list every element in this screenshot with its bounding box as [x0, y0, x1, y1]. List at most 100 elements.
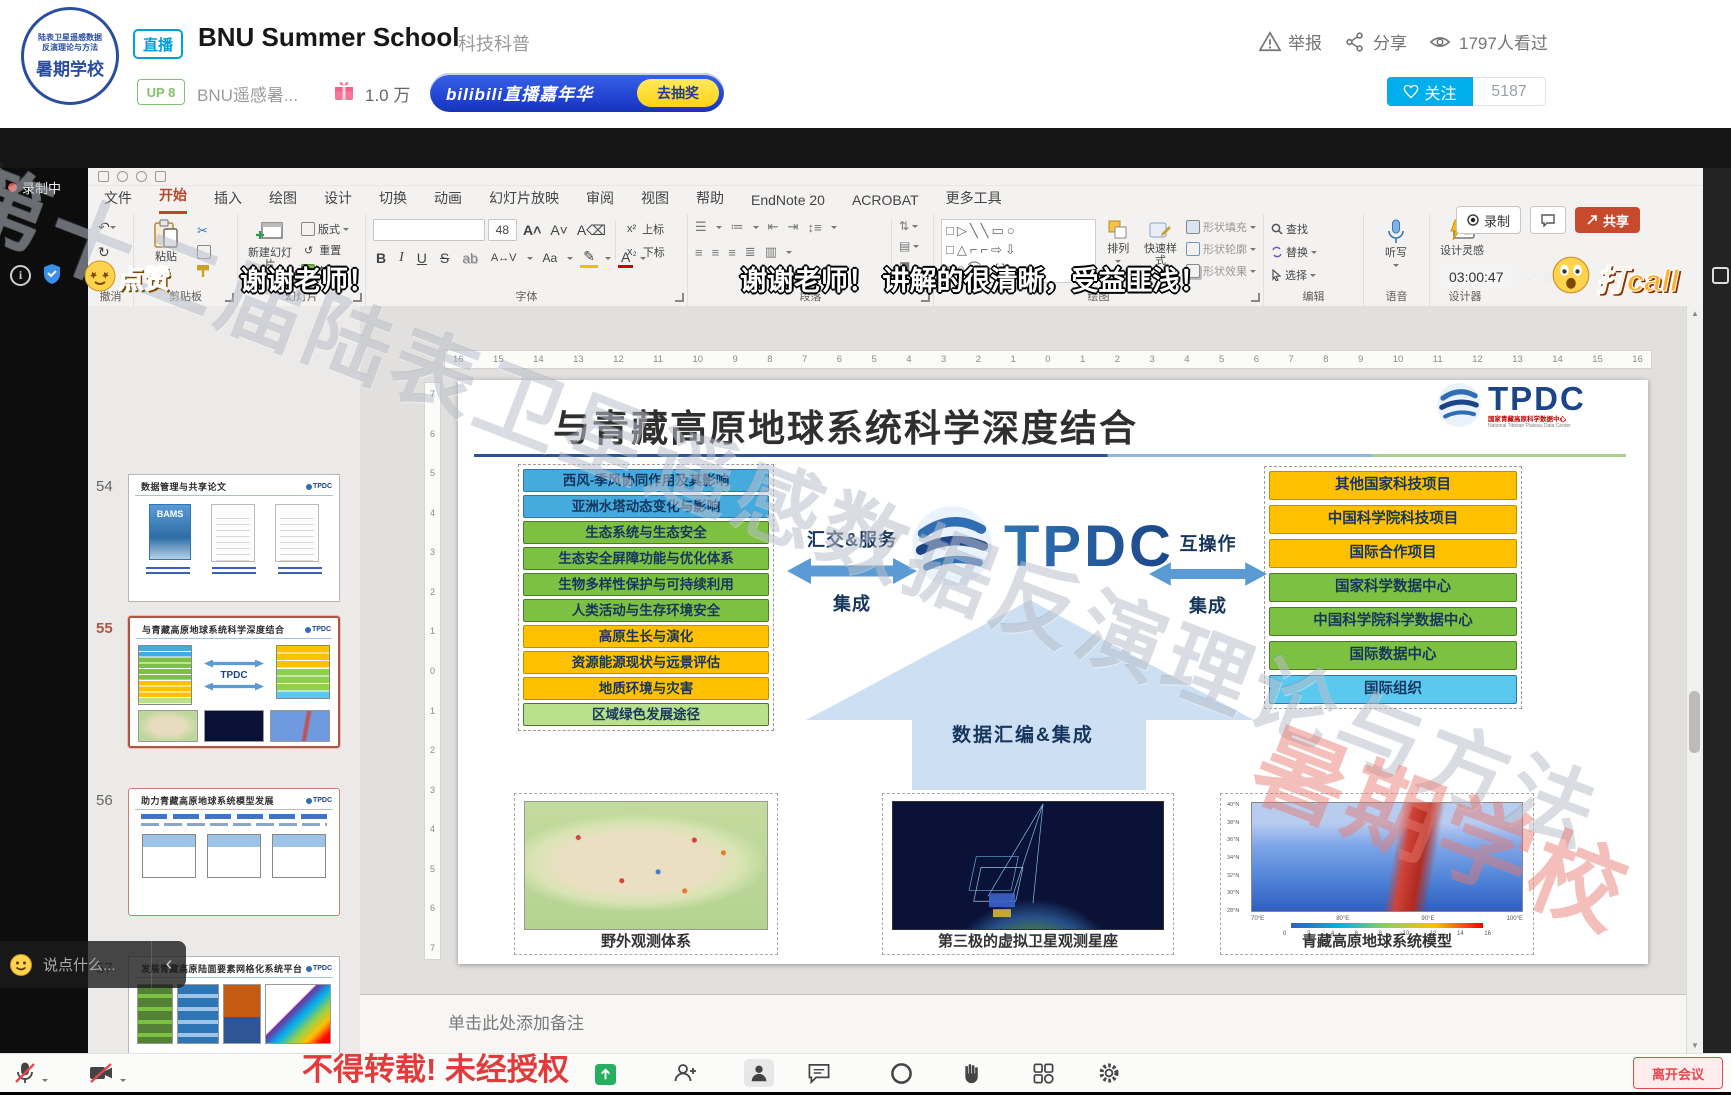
shield-icon[interactable]	[42, 263, 62, 285]
raise-hand-button[interactable]	[958, 1060, 984, 1086]
tab-view[interactable]: 视图	[641, 188, 669, 214]
increase-indent-icon[interactable]: ⇥	[788, 219, 799, 235]
text-shadow-icon[interactable]: ab	[459, 250, 481, 266]
camera-options-caret[interactable]	[120, 1079, 126, 1085]
redo-qat-icon[interactable]	[155, 171, 166, 182]
share-stream-button[interactable]: 分享	[1344, 29, 1407, 54]
lottery-button[interactable]: 去抽奖	[637, 79, 719, 107]
line-spacing-icon[interactable]: ↕≡	[807, 220, 821, 235]
bullets-icon[interactable]: ☰	[695, 219, 707, 235]
strikethrough-icon[interactable]: S	[437, 250, 452, 266]
apps-button[interactable]	[1030, 1060, 1056, 1086]
chat-panel-button[interactable]	[806, 1060, 832, 1086]
tab-animations[interactable]: 动画	[434, 188, 462, 214]
tpdc-logo[interactable]: TPDC 国家青藏高原科学数据中心 National Tibetan Plate…	[1436, 382, 1586, 429]
tab-more-tools[interactable]: 更多工具	[946, 188, 1002, 214]
tab-draw[interactable]: 绘图	[269, 188, 297, 214]
layout-button[interactable]: 版式	[301, 221, 349, 237]
earth-system-model-image[interactable]: 40°N38°N36°N34°N32°N30°N28°N 70°E80°E90°…	[1220, 793, 1534, 955]
tab-endnote[interactable]: EndNote 20	[751, 192, 825, 214]
format-painter-icon[interactable]	[197, 265, 209, 277]
screen-share-button[interactable]	[592, 1061, 618, 1087]
justify-icon[interactable]: ≣	[745, 244, 756, 260]
reset-button[interactable]: ↺重置	[301, 242, 349, 258]
big-up-arrow[interactable]	[806, 600, 1254, 790]
select-button[interactable]: 选择	[1271, 267, 1317, 283]
info-icon[interactable]: i	[10, 265, 31, 286]
clear-format-icon[interactable]: A⌫	[574, 222, 609, 239]
scroll-down-icon[interactable]: ▼	[1691, 1041, 1699, 1050]
character-spacing-icon[interactable]: A↔V	[488, 252, 520, 264]
grow-font-icon[interactable]: A˄	[520, 222, 544, 238]
chat-input-overlay[interactable]: 说点什么... ‹	[0, 941, 186, 988]
tab-home[interactable]: 开始	[159, 185, 187, 214]
thumbnail-preview-selected[interactable]: 与青藏高原地球系统科学深度结合TPDC TPDC	[128, 616, 340, 748]
thumbnail-item-55-current[interactable]: 55 与青藏高原地球系统科学深度结合TPDC TPDC	[88, 616, 360, 748]
stream-category[interactable]: 科技科普	[458, 30, 530, 56]
thumbnail-preview[interactable]: 数据管理与共享论文TPDC BAMS	[128, 474, 340, 602]
tab-slideshow[interactable]: 幻灯片放映	[489, 188, 559, 214]
tab-transitions[interactable]: 切换	[379, 188, 407, 214]
align-text-icon[interactable]: ▤	[899, 239, 919, 253]
replace-button[interactable]: 替换	[1271, 244, 1317, 260]
redo-icon[interactable]: ↻	[95, 244, 119, 261]
mic-options-caret[interactable]	[42, 1079, 48, 1085]
follow-button[interactable]: 关注	[1387, 77, 1473, 106]
uploader-name[interactable]: BNU遥感暑...	[197, 81, 298, 106]
align-left-icon[interactable]: ≡	[695, 245, 703, 260]
shape-outline-button[interactable]: 形状轮廓	[1186, 241, 1256, 257]
record-meeting-button[interactable]	[888, 1060, 914, 1086]
find-button[interactable]: 查找	[1271, 221, 1317, 237]
emoji-smiley-icon[interactable]	[9, 953, 33, 977]
event-banner[interactable]: bilibili直播嘉年华 去抽奖	[430, 73, 724, 112]
tab-review[interactable]: 审阅	[586, 188, 614, 214]
scrollbar-thumb[interactable]	[1689, 691, 1700, 753]
font-name-combobox[interactable]	[373, 219, 485, 241]
like-sticker[interactable]: 点赞	[118, 259, 170, 296]
autosave-icon[interactable]	[98, 171, 109, 182]
shape-fill-button[interactable]: 形状填充	[1186, 219, 1256, 235]
highlight-icon[interactable]: ✎	[580, 248, 598, 268]
undo-qat-icon[interactable]	[136, 171, 147, 182]
field-observation-image[interactable]: 野外观测体系	[514, 793, 778, 955]
tab-file[interactable]: 文件	[104, 188, 132, 214]
save-icon[interactable]	[117, 171, 128, 182]
subscript-button[interactable]: x₂下标	[624, 244, 665, 260]
text-direction-icon[interactable]: ⇅	[899, 219, 919, 233]
chat-input[interactable]: 说点什么...	[43, 954, 151, 975]
align-center-icon[interactable]: ≡	[712, 245, 720, 260]
slide-canvas[interactable]: 与青藏高原地球系统科学深度结合 TPDC 国家青藏高原科学数据中心 Nation…	[458, 380, 1648, 964]
gift-icon[interactable]	[332, 78, 356, 102]
change-case-icon[interactable]: Aa	[540, 251, 561, 265]
superscript-button[interactable]: x²上标	[624, 221, 665, 237]
align-right-icon[interactable]: ≡	[728, 245, 736, 260]
microphone-button[interactable]	[12, 1060, 38, 1086]
copy-icon[interactable]	[197, 245, 211, 259]
numbering-icon[interactable]: ≔	[731, 219, 744, 235]
dictate-button[interactable]: 听写	[1371, 219, 1421, 270]
undo-icon[interactable]: ↶	[95, 219, 119, 236]
comments-button[interactable]	[1530, 206, 1566, 234]
research-topics-stack[interactable]: 西风-季风协同作用及其影响亚洲水塔动态变化与影响生态系统与生态安全生态安全屏障功…	[518, 464, 774, 731]
thumbnail-item-56[interactable]: 56 助力青藏高原地球系统模型发展TPDC	[88, 788, 360, 918]
danmaku-settings-icon[interactable]	[1712, 267, 1729, 284]
data-sources-stack[interactable]: 其他国家科技项目中国科学院科技项目国际合作项目国家科学数据中心中国科学院科学数据…	[1264, 466, 1522, 709]
thumbnail-preview[interactable]: 助力青藏高原地球系统模型发展TPDC	[128, 788, 340, 916]
bold-icon[interactable]: B	[373, 250, 389, 266]
tab-acrobat[interactable]: ACROBAT	[852, 192, 919, 214]
shrink-font-icon[interactable]: A˅	[547, 222, 571, 238]
camera-button[interactable]	[88, 1060, 114, 1086]
virtual-constellation-image[interactable]: 第三极的虚拟卫星观测星座	[882, 793, 1174, 955]
columns-icon[interactable]: ▥	[765, 244, 777, 260]
tpdc-center-logo[interactable]: TPDC	[910, 504, 1174, 588]
scroll-up-icon[interactable]: ▲	[1691, 309, 1699, 318]
tab-design[interactable]: 设计	[324, 188, 352, 214]
dacall-sticker[interactable]: 打call	[1596, 255, 1679, 300]
thumbnail-item-54[interactable]: 54 数据管理与共享论文TPDC BAMS	[88, 474, 360, 604]
tab-help[interactable]: 帮助	[696, 188, 724, 214]
tab-insert[interactable]: 插入	[214, 188, 242, 214]
cut-icon[interactable]: ✂	[197, 223, 211, 239]
chat-collapse-button[interactable]: ‹	[151, 941, 186, 988]
font-size-combobox[interactable]: 48	[488, 219, 517, 241]
underline-icon[interactable]: U	[414, 250, 430, 266]
